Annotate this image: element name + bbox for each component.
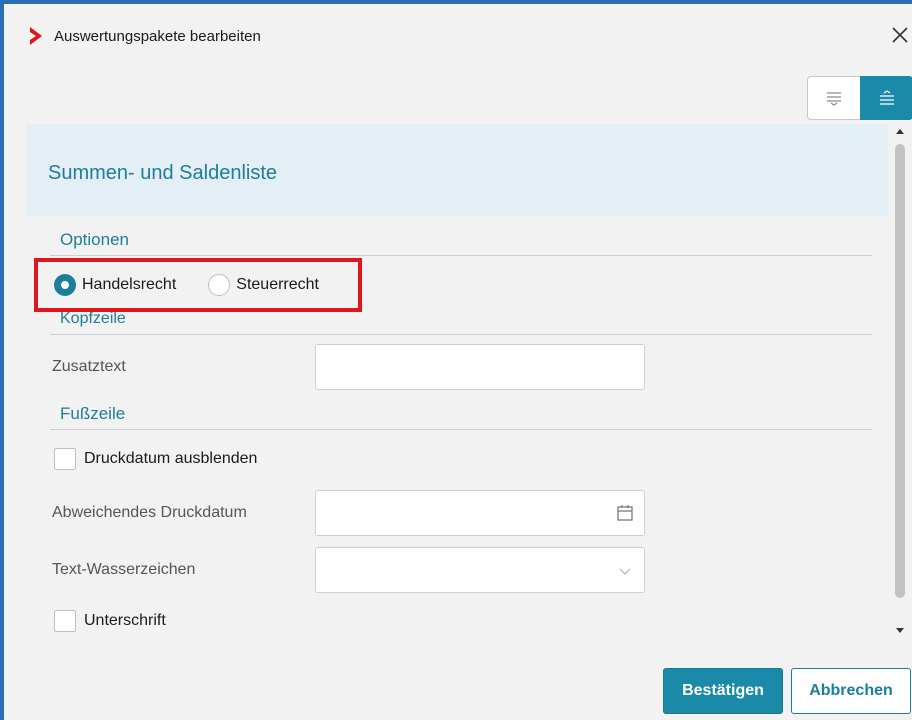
watermark-label: Text-Wasserzeichen	[52, 561, 196, 578]
chevron-down-icon[interactable]	[615, 561, 635, 581]
alt-print-date-label: Abweichendes Druckdatum	[52, 504, 247, 521]
scroll-up-icon[interactable]	[894, 126, 906, 136]
options-divider	[50, 255, 872, 256]
header-group-heading: Kopfzeile	[60, 310, 126, 327]
legal-basis-radio-group: Handelsrecht Steuerrecht	[54, 270, 351, 300]
title-bar: Auswertungspakete bearbeiten	[4, 4, 912, 74]
checkbox-label: Unterschrift	[84, 612, 166, 629]
expand-view-button[interactable]	[860, 76, 912, 120]
zusatztext-label: Zusatztext	[52, 358, 126, 375]
zusatztext-input[interactable]	[315, 344, 645, 390]
radio-label: Handelsrecht	[82, 276, 177, 293]
radio-selected-indicator	[54, 274, 76, 296]
footer-group-divider	[50, 429, 872, 430]
close-icon[interactable]	[888, 22, 912, 48]
alt-print-date-input[interactable]	[315, 490, 645, 536]
options-heading: Optionen	[60, 230, 129, 249]
checkbox-label: Druckdatum ausblenden	[84, 450, 258, 467]
radio-handelsrecht[interactable]: Handelsrecht	[54, 274, 176, 296]
radio-unselected-indicator	[208, 274, 231, 296]
radio-label: Steuerrecht	[236, 276, 319, 293]
collapse-view-button[interactable]	[807, 76, 860, 120]
signature-checkbox[interactable]: Unterschrift	[54, 610, 166, 632]
calendar-icon[interactable]	[615, 503, 635, 523]
scroll-thumb[interactable]	[895, 144, 905, 598]
chevron-right-icon	[30, 27, 42, 45]
expand-lines-icon	[879, 90, 894, 105]
checkbox-box	[54, 610, 76, 632]
hide-print-date-checkbox[interactable]: Druckdatum ausblenden	[54, 448, 257, 470]
scroll-down-icon[interactable]	[894, 626, 906, 636]
header-group-divider	[50, 334, 872, 335]
dialog-window: Auswertungspakete bearbeiten Summen- und…	[0, 0, 912, 720]
collapse-lines-icon	[827, 92, 841, 106]
cancel-button[interactable]: Abbrechen	[791, 668, 911, 714]
radio-steuerrecht[interactable]: Steuerrecht	[208, 274, 319, 296]
view-toggle	[807, 76, 912, 120]
section-title: Summen- und Saldenliste	[48, 162, 278, 184]
checkbox-box	[54, 448, 76, 470]
window-title: Auswertungspakete bearbeiten	[54, 28, 261, 45]
footer-group-heading: Fußzeile	[60, 404, 126, 423]
content-panel: Summen- und Saldenliste Optionen Handels…	[26, 124, 888, 644]
section-header: Summen- und Saldenliste	[26, 124, 888, 216]
watermark-select[interactable]	[315, 547, 645, 593]
confirm-button[interactable]: Bestätigen	[663, 668, 783, 714]
vertical-scrollbar[interactable]	[890, 124, 910, 644]
